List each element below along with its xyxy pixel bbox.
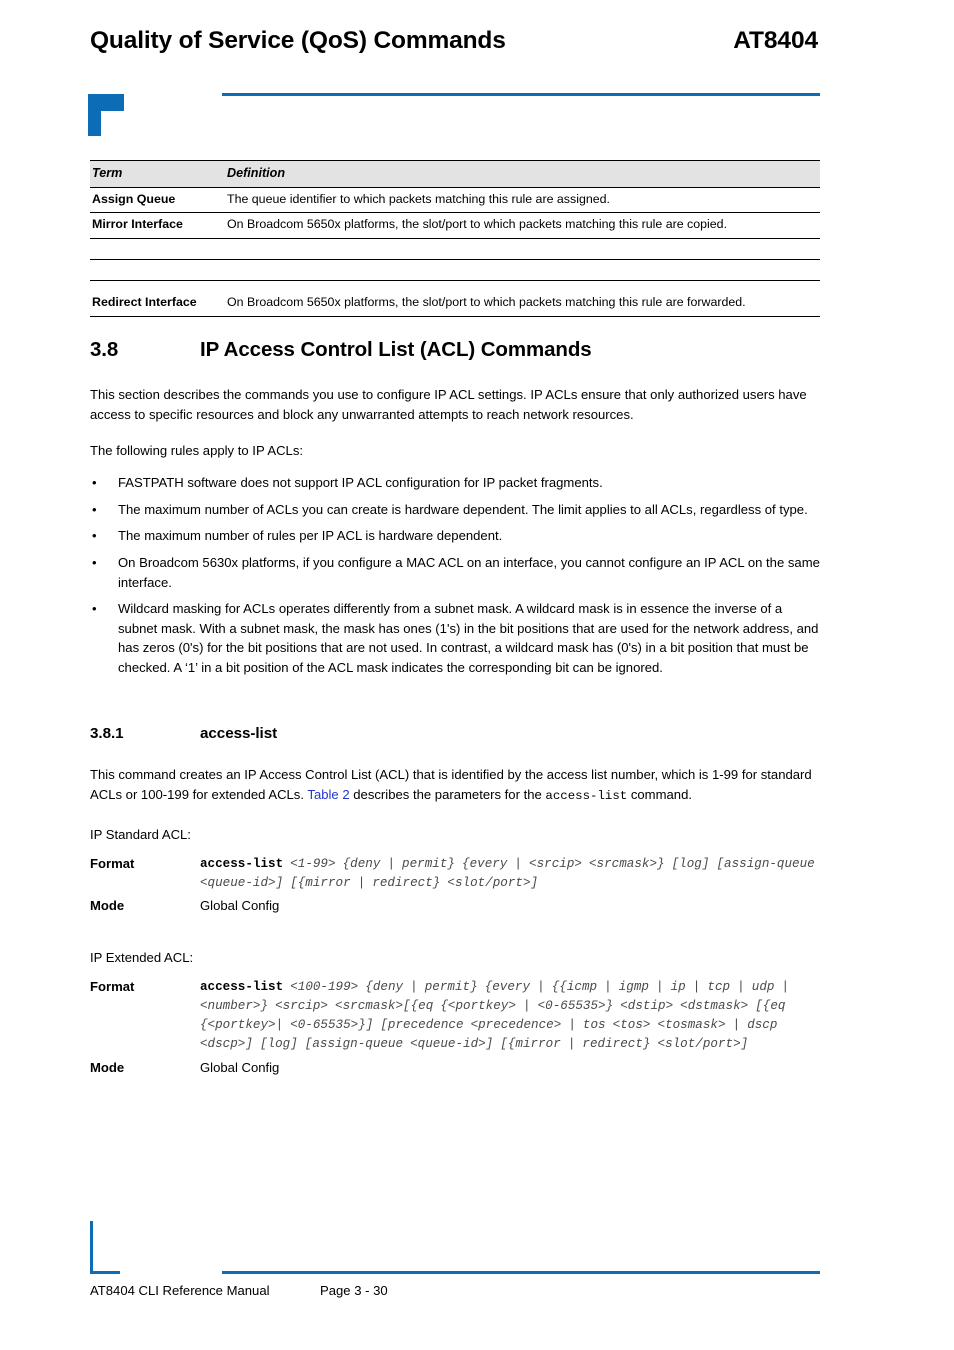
column-header-definition: Definition [225,160,820,188]
footer-corner-horizontal-bar [90,1271,120,1274]
section-number: 3.8 [90,338,119,361]
list-item: • On Broadcom 5630x platforms, if you co… [90,553,820,592]
format-row: Format access-list <1-99> {deny | permit… [90,855,820,893]
list-item-text: FASTPATH software does not support IP AC… [118,475,603,490]
list-item-text: On Broadcom 5630x platforms, if you conf… [118,554,820,590]
format-syntax: access-list <100-199> {deny | permit} {e… [200,978,820,1055]
mode-value: Global Config [200,1059,280,1075]
document-page: Quality of Service (QoS) Commands AT8404… [0,0,954,1350]
list-item-text: The maximum number of rules per IP ACL i… [118,528,503,544]
extended-acl-format-block: Format access-list <100-199> {deny | per… [90,978,820,1082]
table-cell-term [90,259,225,282]
table-cell-definition: The queue identifier to which packets ma… [225,187,820,214]
list-item: • FASTPATH software does not support IP … [90,473,820,493]
term-definition-table: Term Definition Assign Queue The queue i… [90,160,820,317]
table-cell-definition: On Broadcom 5650x platforms, the slot/po… [225,291,820,317]
format-command-name: access-list [200,857,284,871]
bullet-marker-icon: • [92,554,97,570]
list-item: • The maximum number of rules per IP ACL… [90,526,820,546]
list-item-text: The maximum number of ACLs you can creat… [118,501,808,517]
standard-acl-format-block: Format access-list <1-99> {deny | permit… [90,855,820,920]
table-cell-term: Mirror Interface [90,212,225,240]
list-item: • The maximum number of ACLs you can cre… [90,500,820,520]
format-command-name: access-list [200,980,284,994]
table-cell-spacer [225,281,820,292]
format-label: Format [90,856,135,871]
subsection-heading: 3.8.1 access-list [90,725,820,742]
subsection-number: 3.8.1 [90,725,124,742]
page-footer: AT8404 CLI Reference Manual Page 3 - 30 [90,1283,820,1298]
footer-page-number: Page 3 - 30 [320,1283,388,1298]
table-cell-spacer [90,281,225,292]
bullet-marker-icon: • [92,501,97,517]
format-row: Format access-list <100-199> {deny | per… [90,978,820,1055]
header-divider-rule [222,93,820,96]
bullet-marker-icon: • [92,475,97,490]
format-label: Format [90,979,135,994]
table-row-empty [90,238,820,261]
header-corner-decoration [88,94,124,136]
table-2-link[interactable]: Table 2 [307,787,349,802]
format-syntax-args: <100-199> {deny | permit} {every | {{icm… [200,980,790,1052]
mode-row: Mode Global Config [90,1059,820,1078]
format-syntax: access-list <1-99> {deny | permit} {ever… [200,855,820,893]
footer-manual-title: AT8404 CLI Reference Manual [90,1283,270,1298]
bullet-marker-icon: • [92,528,97,544]
footer-corner-vertical-bar [90,1221,93,1274]
table-cell-definition [225,238,820,261]
table-cell-definition [225,259,820,282]
footer-divider-rule [222,1271,820,1274]
page-header: Quality of Service (QoS) Commands AT8404 [90,27,820,74]
page-title: Quality of Service (QoS) Commands [90,27,506,54]
subsection-description: This command creates an IP Access Contro… [90,765,820,805]
inline-command-name: access-list [545,788,628,803]
list-item: • Wildcard masking for ACLs operates dif… [90,599,820,678]
rules-bullet-list: • FASTPATH software does not support IP … [90,473,820,685]
subsection-title: access-list [200,725,278,742]
mode-label: Mode [90,1059,125,1075]
mode-value: Global Config [200,898,280,914]
table-row-empty [90,259,820,282]
table-header-row: Term Definition [90,160,820,188]
format-syntax-args: <1-99> {deny | permit} {every | <srcip> … [200,857,815,891]
table-cell-term: Redirect Interface [90,291,225,317]
product-model: AT8404 [733,27,818,54]
mode-label: Mode [90,898,125,914]
mode-row: Mode Global Config [90,897,820,916]
header-corner-vertical-bar [88,94,101,136]
section-heading: 3.8 IP Access Control List (ACL) Command… [90,338,820,362]
description-text-part3: command. [627,786,692,802]
rules-lead-paragraph: The following rules apply to IP ACLs: [90,443,304,458]
table-row-spacer [90,281,820,292]
table-cell-definition: On Broadcom 5650x platforms, the slot/po… [225,212,820,240]
column-header-term: Term [90,160,225,188]
table-row: Redirect Interface On Broadcom 5650x pla… [90,291,820,317]
section-intro-paragraph: This section describes the commands you … [90,387,807,422]
list-item-text: Wildcard masking for ACLs operates diffe… [118,601,819,676]
description-text-part2: describes the parameters for the [349,786,546,802]
table-cell-term: Assign Queue [90,187,225,214]
table-row: Assign Queue The queue identifier to whi… [90,187,820,214]
footer-corner-decoration [90,1221,120,1274]
table-row: Mirror Interface On Broadcom 5650x platf… [90,212,820,240]
standard-acl-intro: IP Standard ACL: [90,827,191,842]
extended-acl-intro: IP Extended ACL: [90,950,194,965]
section-title: IP Access Control List (ACL) Commands [200,338,592,361]
bullet-marker-icon: • [92,601,97,617]
table-cell-term [90,238,225,261]
